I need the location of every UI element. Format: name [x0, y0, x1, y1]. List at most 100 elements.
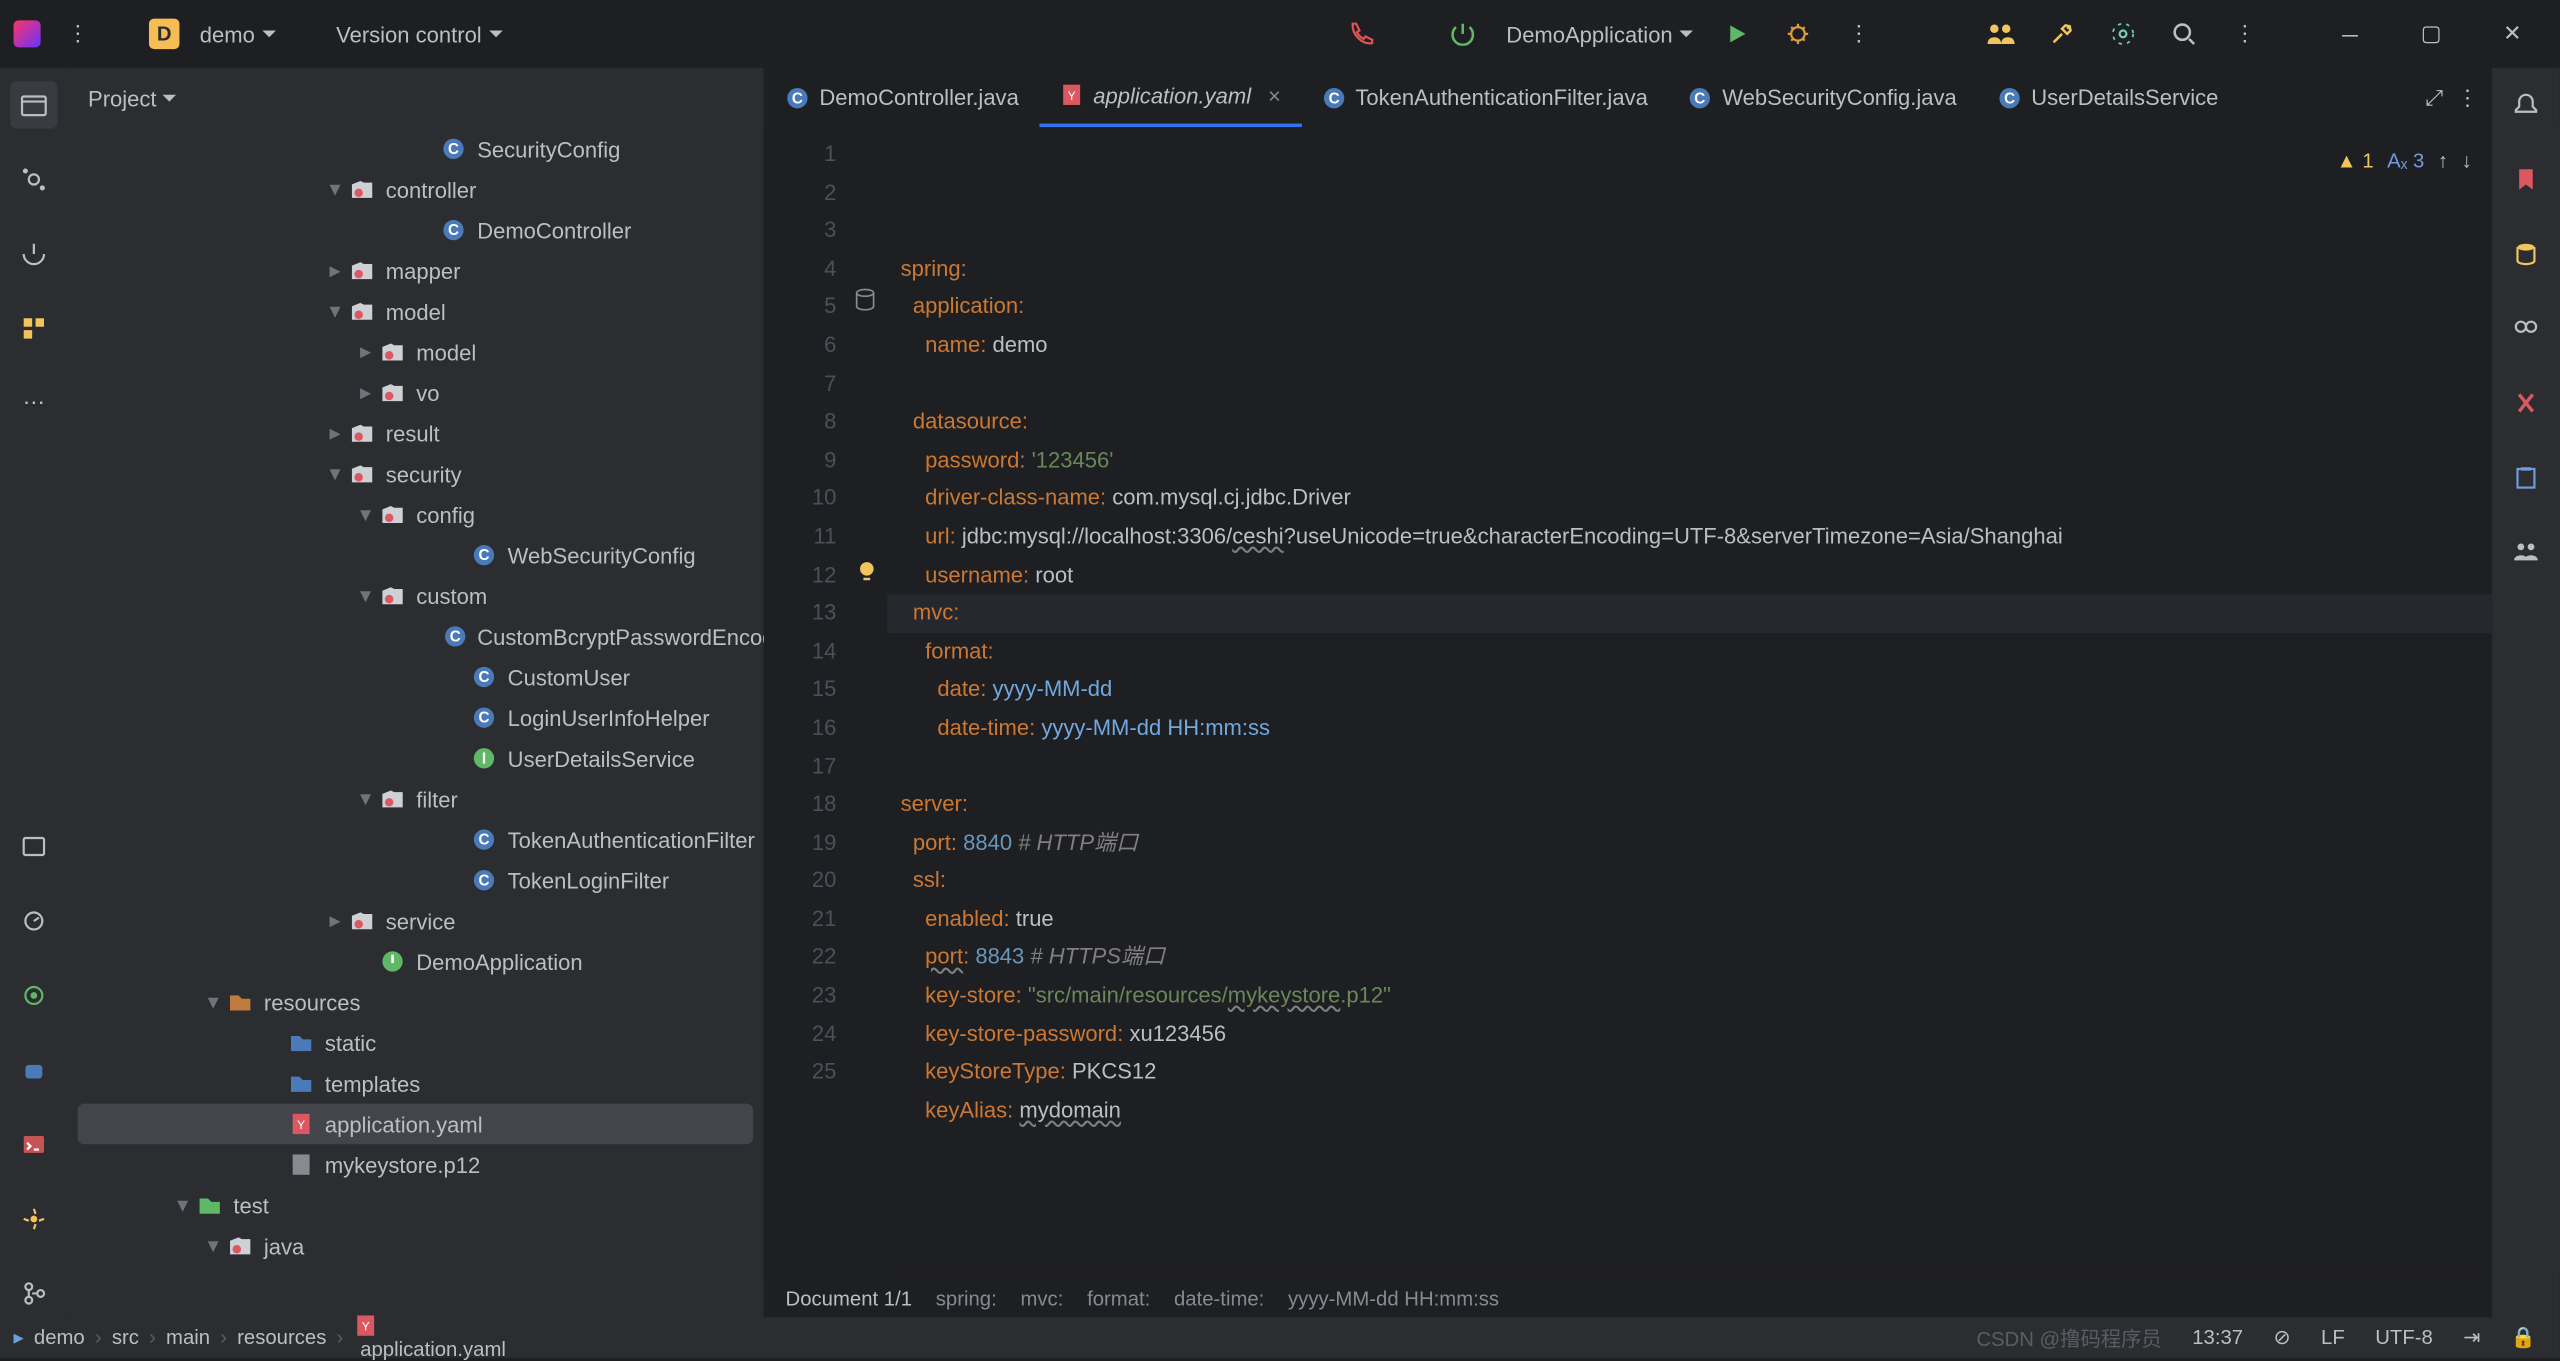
tree-item[interactable]: ▾custom: [68, 576, 764, 617]
services-tool-button[interactable]: [10, 972, 57, 1019]
tree-item[interactable]: ▸vo: [68, 372, 764, 413]
tab-options-icon[interactable]: ⋮: [2457, 84, 2479, 111]
tree-item[interactable]: templates: [68, 1063, 764, 1104]
sidebar-header[interactable]: Project: [68, 68, 764, 129]
problems-tool-button[interactable]: [10, 1195, 57, 1242]
inspection-widget[interactable]: ▲ 1 Aₓ 3 ↑ ↓: [2337, 142, 2472, 180]
nav-crumb-item[interactable]: Yapplication.yaml: [353, 1314, 505, 1361]
more-actions-button[interactable]: ⋮: [1835, 10, 1882, 57]
database-tool-button[interactable]: [2502, 230, 2549, 277]
next-highlight-icon[interactable]: ↓: [2462, 142, 2472, 180]
project-tree[interactable]: CSecurityConfig▾controllerCDemoControlle…: [68, 129, 764, 1317]
tree-item[interactable]: CTokenLoginFilter: [68, 860, 764, 901]
tree-item[interactable]: CTokenAuthenticationFilter: [68, 819, 764, 860]
prev-highlight-icon[interactable]: ↑: [2438, 142, 2448, 180]
breadcrumb-item[interactable]: mvc:: [1020, 1286, 1063, 1310]
tree-item[interactable]: ▸service: [68, 901, 764, 942]
code-editor[interactable]: 1234567891011121314151617181920212223242…: [765, 129, 2492, 1277]
bookmark-tool-button[interactable]: [2502, 156, 2549, 203]
tree-item[interactable]: CLoginUserInfoHelper: [68, 698, 764, 739]
structure-tool-button[interactable]: [10, 305, 57, 352]
minimize-button[interactable]: ─: [2316, 10, 2384, 57]
main-menu-button[interactable]: ⋮: [54, 10, 101, 57]
nav-breadcrumb[interactable]: demo›src›main›resources›Yapplication.yam…: [34, 1314, 506, 1361]
editor-tab[interactable]: CDemoController.java: [765, 68, 1039, 128]
power-icon[interactable]: [1439, 10, 1486, 57]
phone-icon[interactable]: [1337, 10, 1384, 57]
line-separator-status[interactable]: LF: [2311, 1326, 2355, 1350]
close-tab-icon[interactable]: ×: [1268, 82, 1281, 107]
breadcrumb-item[interactable]: date-time:: [1174, 1286, 1264, 1310]
tree-item[interactable]: ▾controller: [68, 169, 764, 210]
tree-item[interactable]: Yapplication.yaml: [78, 1104, 754, 1145]
nav-crumb-item[interactable]: resources: [237, 1326, 326, 1350]
project-dropdown[interactable]: demo: [193, 18, 282, 50]
team-tool-button[interactable]: [2502, 528, 2549, 575]
breadcrumb-item[interactable]: yyyy-MM-dd HH:mm:ss: [1288, 1286, 1499, 1310]
notifications-tool-button[interactable]: [2502, 81, 2549, 128]
tree-item[interactable]: CCustomUser: [68, 657, 764, 698]
nav-crumb-item[interactable]: src: [112, 1326, 139, 1350]
breadcrumb-item[interactable]: spring:: [936, 1286, 997, 1310]
tree-item[interactable]: ▾config: [68, 494, 764, 535]
tree-item[interactable]: static: [68, 1023, 764, 1064]
pull-requests-tool-button[interactable]: [10, 230, 57, 277]
project-tool-button[interactable]: [10, 81, 57, 128]
commit-tool-button[interactable]: [10, 156, 57, 203]
copilot-tool-button[interactable]: [2502, 305, 2549, 352]
editor-tab[interactable]: CTokenAuthenticationFilter.java: [1301, 68, 1668, 128]
debug-button[interactable]: [1774, 10, 1821, 57]
tree-item[interactable]: ▾test: [68, 1185, 764, 1226]
tree-item[interactable]: CSecurityConfig: [68, 129, 764, 170]
tree-item[interactable]: ▸model: [68, 332, 764, 373]
close-button[interactable]: ✕: [2479, 10, 2547, 57]
tree-item[interactable]: ▾filter: [68, 779, 764, 820]
search-icon[interactable]: [2160, 10, 2207, 57]
editor-tab[interactable]: Yapplication.yaml×: [1039, 68, 1301, 128]
clipboard-tool-button[interactable]: [2502, 454, 2549, 501]
vcs-dropdown[interactable]: Version control: [329, 18, 508, 50]
tree-item[interactable]: mykeystore.p12: [68, 1144, 764, 1185]
terminal-tool-button[interactable]: [10, 1121, 57, 1168]
code-content[interactable]: ▲ 1 Aₓ 3 ↑ ↓ spring: application: name: …: [887, 129, 2492, 1277]
tree-item[interactable]: ▾resources: [68, 982, 764, 1023]
tree-item[interactable]: CDemoController: [68, 210, 764, 251]
encoding-status[interactable]: UTF-8: [2365, 1326, 2443, 1350]
nav-crumb-item[interactable]: demo: [34, 1326, 85, 1350]
expand-icon[interactable]: ⤢: [2425, 84, 2443, 111]
typo-icon[interactable]: Aₓ 3: [2387, 142, 2424, 180]
tree-item[interactable]: IUserDetailsService: [68, 738, 764, 779]
more-tool-button[interactable]: ⋯: [10, 379, 57, 426]
tree-item[interactable]: ▸result: [68, 413, 764, 454]
warning-icon[interactable]: ▲ 1: [2337, 142, 2374, 180]
tree-item[interactable]: DemoApplication: [68, 941, 764, 982]
maximize-button[interactable]: ▢: [2397, 10, 2465, 57]
breadcrumb-item[interactable]: format:: [1087, 1286, 1150, 1310]
code-with-me-icon[interactable]: [1977, 10, 2024, 57]
tree-item[interactable]: CWebSecurityConfig: [68, 535, 764, 576]
bookmarks-tool-button[interactable]: [10, 823, 57, 870]
tree-item-label: resources: [264, 990, 361, 1015]
tree-item-label: test: [234, 1193, 270, 1218]
box-tool-button[interactable]: [10, 1046, 57, 1093]
ai-assistant-icon[interactable]: [2099, 10, 2146, 57]
tools-icon[interactable]: [2038, 10, 2085, 57]
tree-item[interactable]: ▾java: [68, 1226, 764, 1267]
readonly-toggle-icon[interactable]: ⊘: [2263, 1326, 2300, 1350]
readonly-lock-icon[interactable]: 🔒: [2501, 1326, 2547, 1350]
editor-tab[interactable]: CWebSecurityConfig.java: [1668, 68, 1977, 128]
validation-tool-button[interactable]: [2502, 379, 2549, 426]
settings-icon[interactable]: ⋮: [2221, 10, 2268, 57]
indent-status[interactable]: ⇥: [2453, 1326, 2490, 1350]
clock-status[interactable]: 13:37: [2182, 1326, 2253, 1350]
editor-tab[interactable]: CUserDetailsService: [1977, 68, 2239, 128]
tree-item[interactable]: ▸mapper: [68, 251, 764, 292]
tree-item[interactable]: ▾model: [68, 291, 764, 332]
tree-item[interactable]: CCustomBcryptPasswordEncoder: [68, 616, 764, 657]
git-tool-button[interactable]: [10, 1270, 57, 1317]
build-tool-button[interactable]: [10, 897, 57, 944]
run-button[interactable]: [1713, 10, 1760, 57]
run-config-dropdown[interactable]: DemoApplication: [1500, 18, 1700, 50]
tree-item[interactable]: ▾security: [68, 454, 764, 495]
nav-crumb-item[interactable]: main: [166, 1326, 210, 1350]
